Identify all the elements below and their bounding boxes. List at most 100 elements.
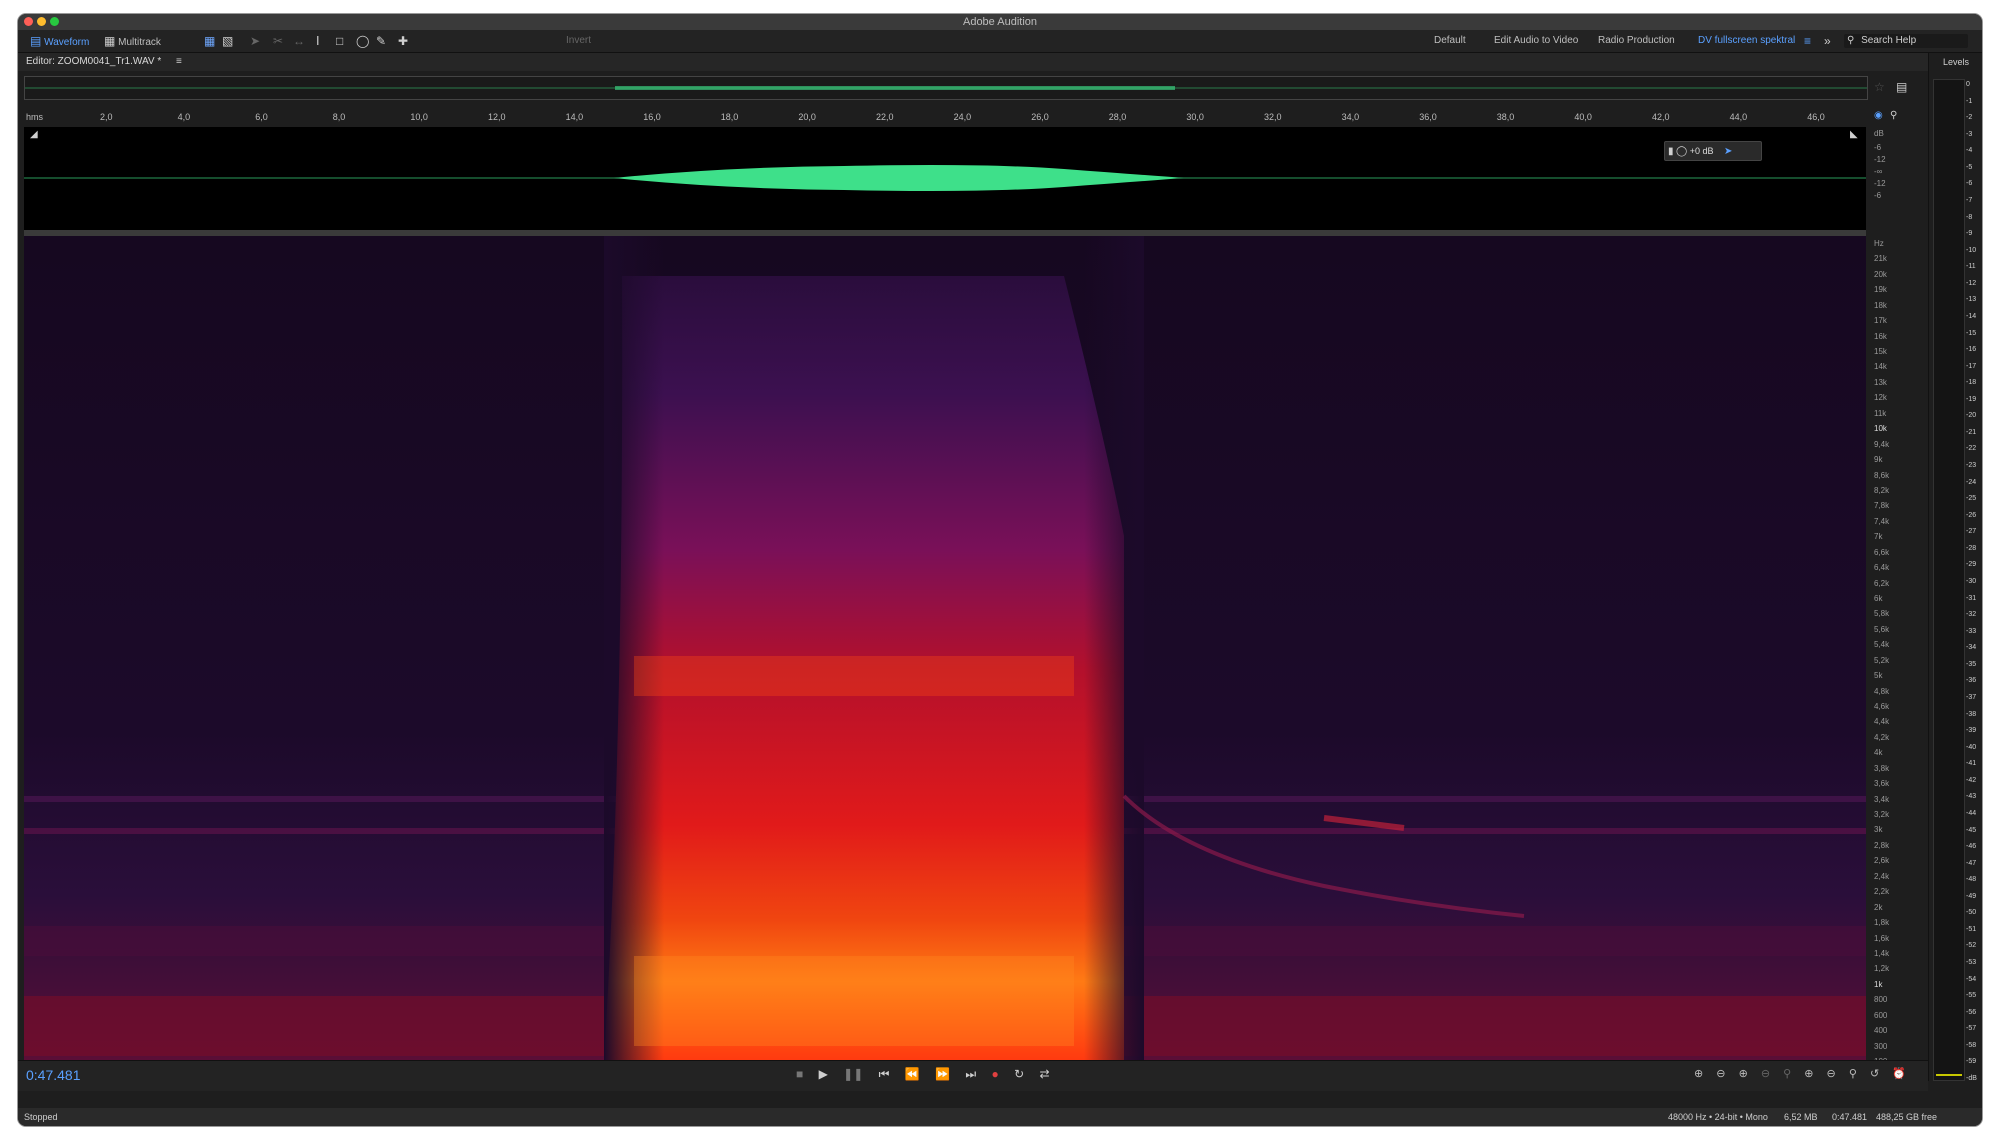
- zoom-in-time-icon[interactable]: ⊕: [1739, 1068, 1748, 1080]
- go-to-end-icon[interactable]: ⏭: [965, 1067, 976, 1081]
- status-size: 6,52 MB: [1784, 1112, 1818, 1122]
- status-bar: Stopped 48000 Hz • 24-bit • Mono 6,52 MB…: [18, 1108, 1982, 1126]
- ruler-tick-label: 44,0: [1729, 112, 1748, 122]
- spectral-pitch-icon[interactable]: ▧: [222, 34, 233, 48]
- level-tick-label: -11: [1966, 263, 1976, 271]
- level-tick-label: -28: [1966, 544, 1977, 552]
- pause-icon[interactable]: ❚❚: [843, 1067, 863, 1081]
- workspace-menu-icon[interactable]: ≡: [1804, 34, 1811, 48]
- more-workspaces-icon[interactable]: »: [1824, 34, 1831, 48]
- level-tick-label: -34: [1966, 644, 1977, 652]
- zoom-out-point-icon[interactable]: ⊖: [1827, 1068, 1836, 1080]
- app-title: Adobe Audition: [962, 16, 1037, 28]
- hz-scale-label: 2,2k: [1874, 887, 1890, 897]
- current-time-display[interactable]: 0:47.481: [26, 1067, 81, 1083]
- workspace-default[interactable]: Default: [1434, 34, 1466, 48]
- spot-healing-icon[interactable]: ✚: [398, 34, 408, 48]
- move-tool-icon[interactable]: ➤: [250, 34, 260, 48]
- fade-out-handle-icon[interactable]: ◣: [1850, 129, 1858, 140]
- zoom-in-amplitude-icon[interactable]: ⊕: [1694, 1068, 1703, 1080]
- level-tick-label: -30: [1966, 578, 1977, 585]
- overview-navigator[interactable]: [24, 76, 1868, 100]
- spectral-frequency-display[interactable]: [24, 236, 1866, 1060]
- workspace-radio-production[interactable]: Radio Production: [1598, 34, 1675, 48]
- level-tick-label: -15: [1966, 329, 1977, 337]
- workspace-dv-fullscreen-spektral[interactable]: DV fullscreen spektral: [1698, 34, 1795, 48]
- workspace-edit-audio-to-video[interactable]: Edit Audio to Video: [1494, 34, 1578, 48]
- headphones-icon[interactable]: ◉: [1874, 110, 1883, 121]
- level-tick-label: -22: [1966, 445, 1977, 453]
- time-selection-icon[interactable]: Ⅰ: [316, 34, 320, 48]
- invert-button[interactable]: Invert: [566, 34, 591, 48]
- waveform-label: Waveform: [44, 37, 90, 48]
- level-tick-label: -59: [1966, 1058, 1977, 1066]
- skip-selection-icon[interactable]: ⇄: [1040, 1067, 1050, 1081]
- hz-scale-label: 3k: [1874, 825, 1883, 835]
- level-tick-label: -55: [1966, 992, 1977, 1000]
- zoom-out-time-icon[interactable]: ⊖: [1761, 1068, 1770, 1080]
- waveform-db-label: -12: [1874, 179, 1886, 188]
- loop-playback-icon[interactable]: ↻: [1014, 1067, 1024, 1081]
- overview-waveform: [25, 86, 1867, 90]
- overview-options-icon[interactable]: ▤: [1896, 80, 1907, 94]
- level-tick-label: -7: [1966, 196, 1973, 204]
- zoom-to-time-icon[interactable]: ⏰: [1892, 1068, 1906, 1080]
- zoom-reset-icon[interactable]: ↺: [1870, 1068, 1879, 1080]
- waveform-display[interactable]: ▮ ◯ +0 dB ➤ ◢ ◣: [24, 127, 1866, 230]
- level-tick-label: -21: [1966, 428, 1977, 436]
- marquee-selection-icon[interactable]: □: [336, 34, 343, 48]
- volume-knob-icon[interactable]: ◯: [1676, 146, 1687, 157]
- transport-bar: 0:47.481 ■ ▶ ❚❚ ⏮ ⏪ ⏩ ⏭ ● ↻ ⇄ ⊕ ⊖ ⊕ ⊖ ⚲ …: [18, 1060, 1928, 1091]
- close-window-button[interactable]: [24, 17, 33, 26]
- panel-menu-icon[interactable]: ≡: [176, 56, 182, 67]
- editor-tab-label[interactable]: Editor: ZOOM0041_Tr1.WAV *: [26, 56, 161, 67]
- hz-scale-label: 7,8k: [1874, 501, 1890, 511]
- status-duration: 0:47.481: [1832, 1112, 1868, 1122]
- zoom-full-icon[interactable]: ⚲: [1783, 1068, 1791, 1080]
- hz-scale-label: 6k: [1874, 593, 1883, 603]
- ruler-unit-label: hms: [26, 112, 44, 122]
- minimize-window-button[interactable]: [37, 17, 46, 26]
- stop-icon[interactable]: ■: [796, 1067, 803, 1081]
- rewind-icon[interactable]: ⏪: [905, 1067, 920, 1081]
- hz-scale-label: 20k: [1874, 269, 1887, 279]
- paintbrush-selection-icon[interactable]: ✎: [376, 34, 386, 48]
- fade-in-handle-icon[interactable]: ◢: [30, 129, 38, 140]
- level-tick-label: -13: [1966, 296, 1977, 304]
- play-icon[interactable]: ▶: [819, 1067, 828, 1081]
- hz-scale-label: 4,8k: [1874, 686, 1890, 696]
- hz-scale-label: 1k: [1874, 979, 1883, 989]
- hz-scale-label: 10k: [1874, 424, 1887, 434]
- razor-tool-icon[interactable]: ✂: [273, 34, 283, 48]
- zoom-in-point-icon[interactable]: ⊕: [1804, 1068, 1813, 1080]
- level-tick-label: -20: [1966, 412, 1977, 420]
- waveform-db-label: -6: [1874, 191, 1882, 200]
- multitrack-icon: ▦: [104, 34, 116, 48]
- zoom-selection-icon[interactable]: ⚲: [1849, 1068, 1857, 1080]
- level-tick-label: -45: [1966, 826, 1977, 834]
- multitrack-view-button[interactable]: ▦ Multitrack: [104, 34, 161, 48]
- spectral-frequency-icon[interactable]: ▦: [204, 34, 215, 48]
- zoom-star-icon[interactable]: ☆: [1874, 80, 1885, 94]
- level-tick-label: -25: [1966, 495, 1977, 503]
- level-tick-label: -19: [1966, 395, 1977, 403]
- slip-tool-icon[interactable]: ↔: [293, 34, 305, 48]
- ruler-tick-label: 8,0: [332, 112, 346, 122]
- levels-title: Levels: [1942, 57, 1969, 67]
- time-ruler[interactable]: hms 2,0 4,0 6,0 8,0 10,0 12,0 14,0 16,0 18,0 20,0…: [24, 111, 1866, 125]
- hz-scale-label: 3,8k: [1874, 763, 1890, 773]
- lasso-selection-icon[interactable]: ◯: [356, 34, 369, 48]
- search-help-field[interactable]: ⚲ Search Help: [1844, 34, 1968, 48]
- fast-forward-icon[interactable]: ⏩: [935, 1067, 950, 1081]
- waveform-view-button[interactable]: ▤ Waveform: [30, 34, 89, 48]
- pin-icon[interactable]: ⚲: [1890, 110, 1897, 121]
- clip-volume-control[interactable]: ▮ ◯ +0 dB ➤: [1664, 141, 1762, 161]
- level-tick-label: -56: [1966, 1008, 1977, 1016]
- pin-volume-icon[interactable]: ➤: [1724, 146, 1732, 157]
- waveform-db-label: dB: [1874, 129, 1884, 138]
- go-to-start-icon[interactable]: ⏮: [879, 1067, 890, 1081]
- record-icon[interactable]: ●: [992, 1067, 999, 1081]
- zoom-out-amplitude-icon[interactable]: ⊖: [1716, 1068, 1725, 1080]
- zoom-window-button[interactable]: [50, 17, 59, 26]
- level-tick-label: -6: [1966, 180, 1973, 188]
